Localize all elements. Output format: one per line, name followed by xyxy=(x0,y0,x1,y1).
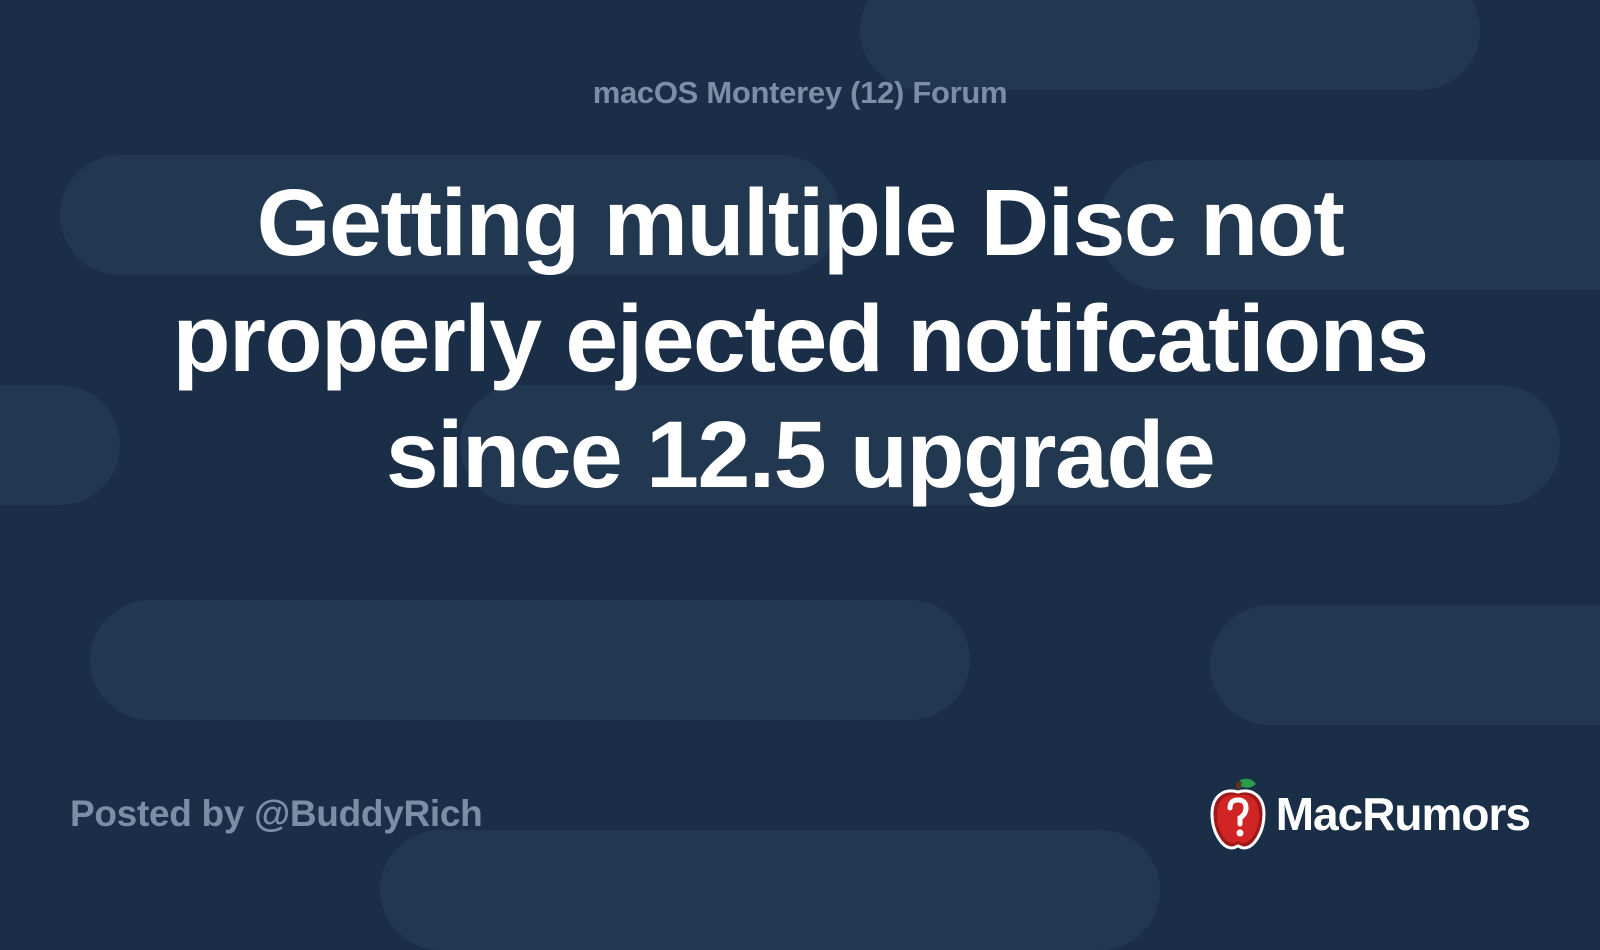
brand-logo: MacRumors xyxy=(1206,778,1530,850)
forum-name: macOS Monterey (12) Forum xyxy=(593,75,1008,111)
footer: Posted by @BuddyRich MacRumors xyxy=(70,778,1530,850)
apple-icon xyxy=(1206,778,1270,850)
post-title: Getting multiple Disc not properly eject… xyxy=(160,166,1440,514)
brand-name: MacRumors xyxy=(1276,787,1530,841)
content-container: macOS Monterey (12) Forum Getting multip… xyxy=(0,0,1600,900)
posted-by: Posted by @BuddyRich xyxy=(70,793,482,835)
